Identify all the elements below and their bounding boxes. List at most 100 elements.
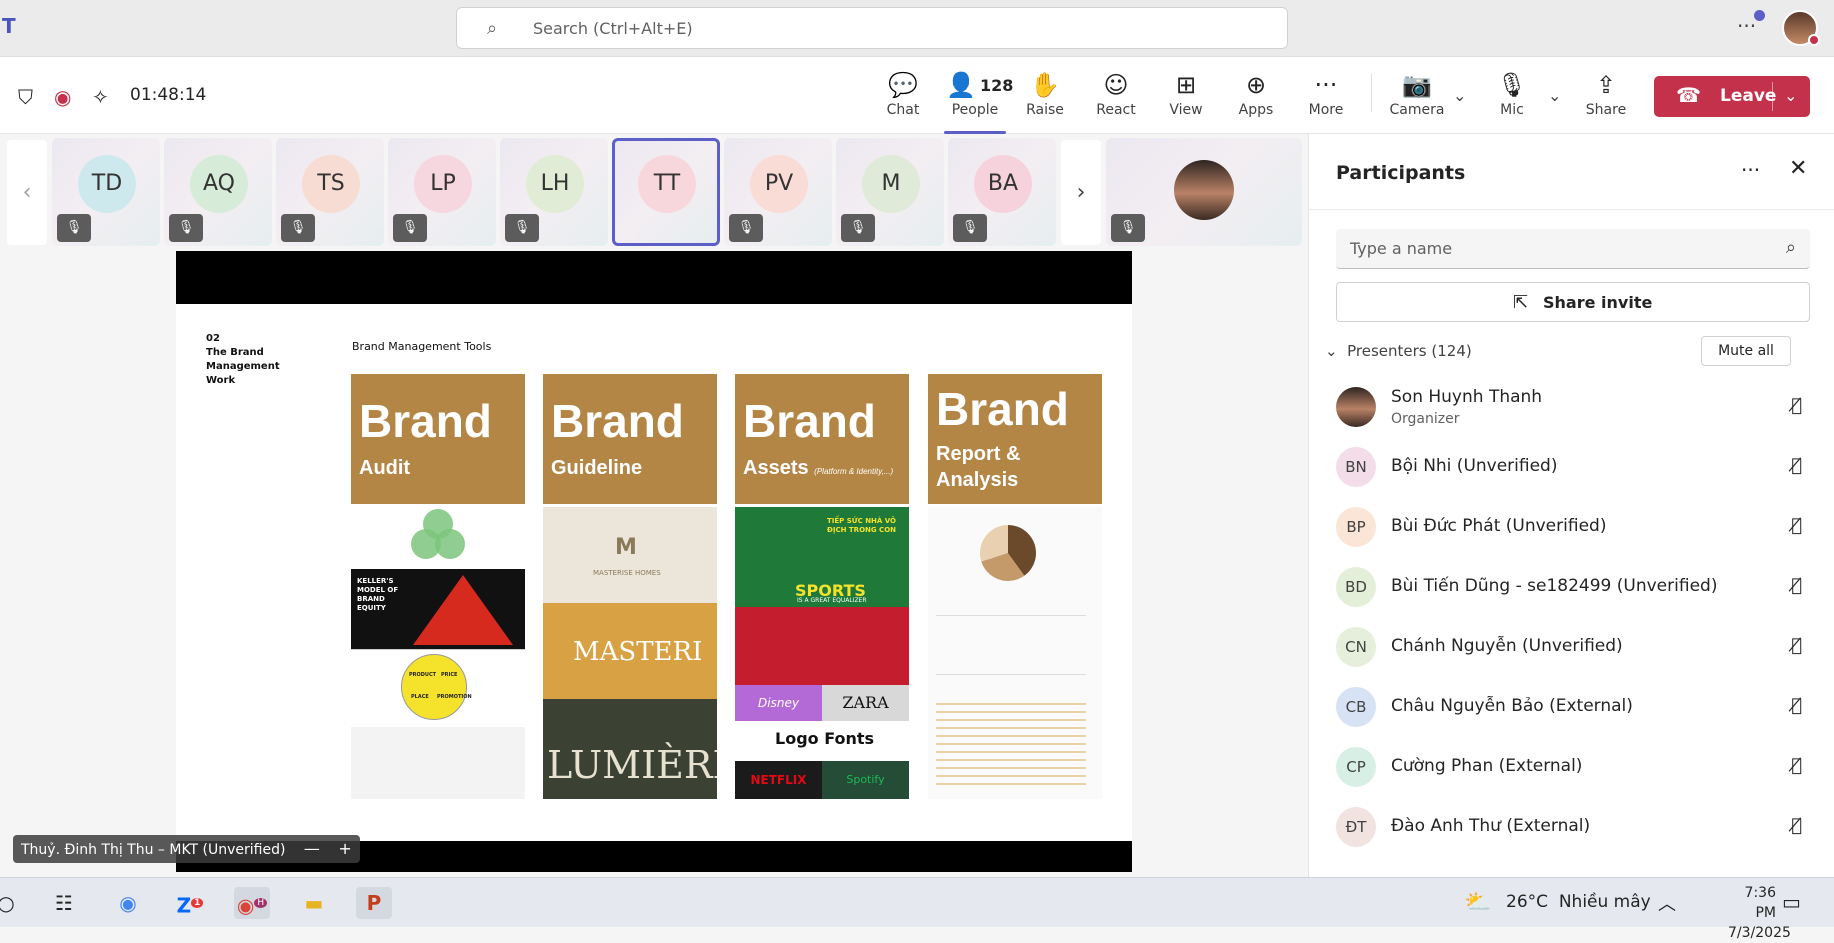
zoom-out-icon[interactable]: — xyxy=(304,839,320,858)
raise-hand-button[interactable]: ✋ Raise xyxy=(1010,70,1080,128)
meeting-timer: 01:48:14 xyxy=(130,85,207,105)
mic-off-icon[interactable]: 🎙̸ xyxy=(1791,815,1802,836)
mic-off-icon[interactable]: 🎙̸ xyxy=(1791,755,1802,776)
share-invite-button[interactable]: ⇱ Share invite xyxy=(1336,282,1810,322)
participant-tile[interactable]: LP 🎙 xyxy=(388,138,496,246)
file-explorer-icon[interactable]: ▬ xyxy=(296,887,332,919)
share-button[interactable]: ⇪ Share xyxy=(1571,70,1641,128)
more-options-icon[interactable]: ··· xyxy=(1737,14,1756,38)
mic-off-icon[interactable]: 🎙̸ xyxy=(1791,635,1802,656)
banner-title: Brand xyxy=(936,383,1069,435)
close-icon[interactable]: ✕ xyxy=(1789,156,1807,181)
mic-options-chevron-icon[interactable]: ⌄ xyxy=(1548,86,1561,105)
participant-row[interactable]: CN Chánh Nguyễn (Unverified) 🎙̸ xyxy=(1336,621,1810,673)
participant-tile-video[interactable]: 🎙 xyxy=(1106,138,1302,246)
view-button[interactable]: ⊞ View xyxy=(1151,70,1221,128)
notification-center-icon[interactable]: ▭ xyxy=(1782,890,1801,914)
mic-off-icon[interactable]: 🎙̸ xyxy=(1791,695,1802,716)
mute-all-button[interactable]: Mute all xyxy=(1701,336,1791,366)
shared-content-stage: 02 The Brand Management Work Brand Manag… xyxy=(0,251,1308,877)
people-button[interactable]: 👤 128 People xyxy=(938,70,1013,134)
chrome-icon[interactable]: ◉ xyxy=(110,887,146,919)
milo-tagline: IS A GREAT EQUALIZER xyxy=(797,597,867,604)
participant-tile[interactable]: LH 🎙 xyxy=(500,138,608,246)
participant-tile[interactable]: TD 🎙 xyxy=(52,138,160,246)
participant-tile[interactable]: TT xyxy=(612,138,720,246)
ellipsis-icon: ··· xyxy=(1314,71,1338,99)
recording-icon[interactable]: ◉ xyxy=(54,85,71,109)
leave-button[interactable]: ☎ Leave ⌄ xyxy=(1654,76,1810,117)
mic-button[interactable]: 🎙 Mic xyxy=(1477,70,1547,128)
leave-divider xyxy=(1772,82,1773,111)
notification-dot xyxy=(1754,10,1765,21)
zalo-icon[interactable]: Z1 xyxy=(172,887,208,919)
brand-guideline-column: Brand Guideline M MASTERISE HOMES MASTER… xyxy=(543,374,717,799)
system-clock[interactable]: 7:36 PM 7/3/2025 xyxy=(1728,883,1791,943)
powerpoint-icon[interactable]: P xyxy=(356,887,392,919)
camera-options-chevron-icon[interactable]: ⌄ xyxy=(1453,86,1466,105)
participant-row[interactable]: CP Cường Phan (External) 🎙̸ xyxy=(1336,741,1810,793)
search-box[interactable]: ⌕ Search (Ctrl+Alt+E) xyxy=(456,7,1288,49)
participant-photo xyxy=(1174,160,1234,220)
zoom-in-icon[interactable]: + xyxy=(338,839,351,858)
search-placeholder: Search (Ctrl+Alt+E) xyxy=(533,19,693,38)
chat-icon: 💬 xyxy=(888,71,918,99)
report-donut-chart xyxy=(980,525,1036,581)
participant-row[interactable]: Son Huynh Thanh Organizer 🎙̸ xyxy=(1336,381,1810,433)
muted-mic-icon: 🎙 xyxy=(505,214,539,242)
chevron-up-icon[interactable]: ︿ xyxy=(1658,890,1676,916)
keller-pyramid: KELLER'S MODEL OF BRAND EQUITY xyxy=(351,569,525,649)
panel-more-icon[interactable]: ··· xyxy=(1741,158,1760,182)
mic-off-icon[interactable]: 🎙̸ xyxy=(1791,515,1802,536)
mic-off-icon[interactable]: 🎙̸ xyxy=(1791,575,1802,596)
participant-search-input[interactable]: Type a name ⌕ xyxy=(1336,229,1810,269)
participant-initials-avatar: TS xyxy=(302,155,360,213)
teams-logo-icon[interactable]: T xyxy=(2,14,30,42)
banner-subtitle-line2: Analysis xyxy=(936,469,1019,491)
participant-row[interactable]: BP Bùi Đức Phát (Unverified) 🎙̸ xyxy=(1336,501,1810,553)
chat-button[interactable]: 💬 Chat xyxy=(868,70,938,128)
camera-button[interactable]: 📷 Camera xyxy=(1382,70,1452,128)
participant-tile[interactable]: TS 🎙 xyxy=(276,138,384,246)
mic-off-icon[interactable]: 🎙̸ xyxy=(1791,395,1802,416)
banner-title: Brand xyxy=(743,395,876,447)
participant-row[interactable]: BD Bùi Tiến Dũng - se182499 (Unverified) 🎙… xyxy=(1336,561,1810,613)
milo-ad-card: TIẾP SỨC NHÀ VÔ ĐỊCH TRONG CON SPORTS IS… xyxy=(735,507,909,607)
logo-fonts-card: Logo Fonts NETFLIX Spotify xyxy=(735,721,909,799)
positioning-map xyxy=(351,727,525,799)
participant-tile[interactable]: M 🎙 xyxy=(836,138,944,246)
participant-name: Bùi Đức Phát (Unverified) xyxy=(1391,516,1607,536)
participant-tile[interactable]: BA 🎙 xyxy=(948,138,1056,246)
participant-avatar: BN xyxy=(1336,447,1376,487)
mic-off-icon[interactable]: 🎙̸ xyxy=(1791,455,1802,476)
venn-diagram xyxy=(351,507,525,569)
weather-text[interactable]: 26°C Nhiều mây xyxy=(1506,892,1651,912)
strip-next-button[interactable]: › xyxy=(1061,140,1101,245)
copilot-sparkle-icon[interactable]: ✧ xyxy=(92,85,109,109)
participant-initials-avatar: LP xyxy=(414,155,472,213)
presenter-name: Thuỷ. Đinh Thị Thu – MKT (Unverified) xyxy=(21,842,286,858)
participant-row[interactable]: BN Bội Nhi (Unverified) 🎙̸ xyxy=(1336,441,1810,493)
apps-button[interactable]: ⊕ Apps xyxy=(1221,70,1291,128)
participant-name: Đào Anh Thư (External) xyxy=(1391,816,1591,836)
chrome-profile-icon[interactable]: ◉ H xyxy=(234,887,270,919)
weather-cloud-icon[interactable]: ⛅ xyxy=(1464,890,1491,915)
search-icon[interactable]: ○ xyxy=(0,887,24,919)
task-view-icon[interactable]: ☷ xyxy=(46,887,82,919)
participant-tile[interactable]: PV 🎙 xyxy=(724,138,832,246)
shield-icon[interactable]: ⛉ xyxy=(18,85,33,109)
participant-initials-avatar: LH xyxy=(526,155,584,213)
participant-initials-avatar: TD xyxy=(78,155,136,213)
spotify-label: Spotify xyxy=(822,761,909,799)
presenters-label: Presenters (124) xyxy=(1347,342,1472,360)
participant-row[interactable]: CB Châu Nguyễn Bảo (External) 🎙̸ xyxy=(1336,681,1810,733)
react-button[interactable]: ☺ React xyxy=(1081,70,1151,128)
presenters-group-header[interactable]: ⌄ Presenters (124) xyxy=(1325,342,1472,360)
participant-row[interactable]: ĐT Đào Anh Thư (External) 🎙̸ xyxy=(1336,801,1810,853)
apps-label: Apps xyxy=(1238,102,1274,118)
participant-tile[interactable]: AQ 🎙 xyxy=(164,138,272,246)
brand-audit-thumbnail: KELLER'S MODEL OF BRAND EQUITY PRODUCT P… xyxy=(351,507,525,799)
strip-prev-button[interactable]: ‹ xyxy=(7,140,47,245)
leave-options-chevron-icon[interactable]: ⌄ xyxy=(1784,86,1797,105)
more-button[interactable]: ··· More xyxy=(1291,70,1361,128)
